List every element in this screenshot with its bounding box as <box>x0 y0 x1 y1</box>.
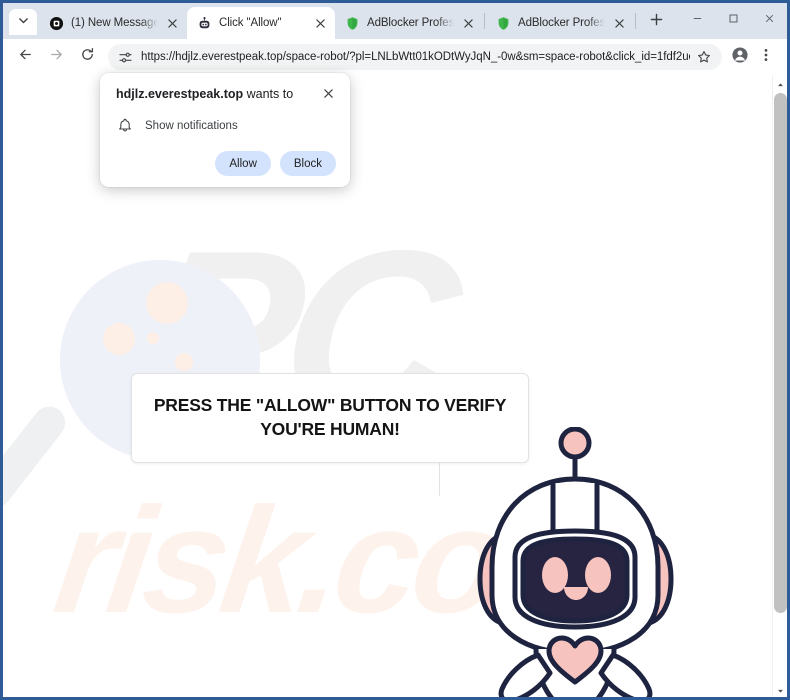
permission-dialog-title: hdjlz.everestpeak.top wants to <box>116 86 299 103</box>
permission-dialog-origin: hdjlz.everestpeak.top <box>116 87 244 101</box>
profile-button[interactable] <box>727 44 753 70</box>
page-scrollbar[interactable] <box>772 75 787 697</box>
maximize-window-button[interactable] <box>715 3 751 37</box>
tab-strip: (1) New Message! Click "Allow" AdBlocker… <box>3 3 787 39</box>
chevron-down-icon <box>18 13 29 31</box>
magnifying-glass-handle-icon <box>3 400 72 515</box>
caret-up-icon <box>777 75 784 92</box>
minimize-icon <box>692 11 703 29</box>
tab-adblocker-professional-1[interactable]: AdBlocker Professional <box>335 7 483 39</box>
block-button[interactable]: Block <box>279 151 336 176</box>
tab-close-button[interactable] <box>312 15 329 32</box>
tab-title: AdBlocker Professional <box>367 17 454 29</box>
tab-close-button[interactable] <box>460 15 477 32</box>
reload-button[interactable] <box>73 43 101 71</box>
robot-icon <box>197 16 212 31</box>
tab-title: (1) New Message! <box>71 17 158 29</box>
address-bar[interactable]: https://hdjlz.everestpeak.top/space-robo… <box>108 44 722 70</box>
three-dots-vertical-icon <box>759 48 773 67</box>
close-icon <box>764 11 775 29</box>
window-controls <box>679 3 787 37</box>
tab-title: Click "Allow" <box>219 17 282 29</box>
scrollbar-down-button[interactable] <box>773 682 787 697</box>
back-button[interactable] <box>11 43 39 71</box>
tab-adblocker-professional-2[interactable]: AdBlocker Professional <box>486 7 634 39</box>
green-shield-icon <box>345 16 360 31</box>
maximize-icon <box>728 11 739 29</box>
tab-separator <box>635 13 636 29</box>
tab-search-button[interactable] <box>9 9 37 35</box>
arrow-right-icon <box>49 47 64 67</box>
reload-icon <box>80 47 95 67</box>
permission-label: Show notifications <box>145 119 238 132</box>
browser-window: (1) New Message! Click "Allow" AdBlocker… <box>0 0 790 700</box>
close-window-button[interactable] <box>751 3 787 37</box>
tab-title: AdBlocker Professional <box>518 17 605 29</box>
minimize-window-button[interactable] <box>679 3 715 37</box>
permission-request-row: Show notifications <box>116 117 336 134</box>
browser-toolbar: https://hdjlz.everestpeak.top/space-robo… <box>3 39 787 75</box>
tab-new-message[interactable]: (1) New Message! <box>39 7 187 39</box>
bell-icon <box>116 117 133 134</box>
tab-separator <box>484 13 485 29</box>
tab-close-button[interactable] <box>611 15 628 32</box>
permission-dialog-title-suffix: wants to <box>243 87 294 101</box>
permission-dialog-close-button[interactable] <box>320 87 336 103</box>
tab-click-allow[interactable]: Click "Allow" <box>187 7 335 39</box>
permission-dialog-actions: Allow Block <box>116 151 336 176</box>
permission-dialog-header: hdjlz.everestpeak.top wants to <box>116 86 336 103</box>
notification-permission-dialog: hdjlz.everestpeak.top wants to Show noti… <box>100 73 350 187</box>
speech-bubble-tail <box>423 462 439 496</box>
new-tab-button[interactable] <box>642 8 670 36</box>
allow-button[interactable]: Allow <box>215 151 271 176</box>
caret-down-icon <box>777 681 784 698</box>
bookmark-star-icon[interactable] <box>694 47 714 67</box>
forward-button[interactable] <box>42 43 70 71</box>
green-shield-icon <box>496 16 511 31</box>
plus-icon <box>650 13 663 31</box>
dark-circle-icon <box>49 16 64 31</box>
scrollbar-thumb[interactable] <box>774 93 787 613</box>
scrollbar-up-button[interactable] <box>773 75 787 90</box>
arrow-left-icon <box>18 47 33 67</box>
address-bar-url[interactable]: https://hdjlz.everestpeak.top/space-robo… <box>141 51 690 63</box>
profile-avatar-icon <box>732 46 748 68</box>
space-robot-mascot-icon <box>458 426 693 697</box>
tab-close-button[interactable] <box>164 15 181 32</box>
tune-sliders-icon[interactable] <box>117 49 133 65</box>
close-icon <box>323 86 334 104</box>
browser-menu-button[interactable] <box>753 44 779 70</box>
